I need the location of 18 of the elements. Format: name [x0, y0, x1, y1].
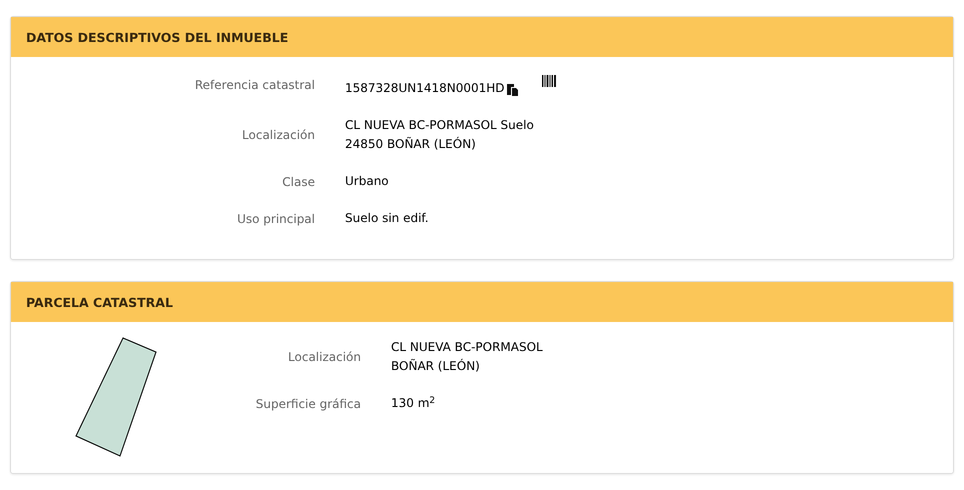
field-value: CL NUEVA BC-PORMASOL Suelo	[345, 117, 534, 134]
field-value: Urbano	[345, 173, 389, 190]
field-value: CL NUEVA BC-PORMASOL	[391, 339, 543, 356]
field-value: 1587328UN1418N0001HD	[345, 80, 505, 97]
field-label: Uso principal	[236, 210, 315, 228]
field-label: Referencia catastral	[194, 77, 315, 94]
copy-icon[interactable]	[506, 83, 519, 96]
field-label: Localización	[287, 349, 361, 366]
field-value: 24850 BOÑAR (LEÓN)	[345, 136, 477, 153]
panel-title: PARCELA CATASTRAL	[26, 295, 173, 310]
panel-title: DATOS DESCRIPTIVOS DEL INMUEBLE	[26, 30, 288, 45]
field-label: Clase	[281, 174, 315, 190]
field-label: Localización	[241, 127, 315, 144]
field-value: BOÑAR (LEÓN)	[391, 358, 481, 375]
field-value: 130 m$^{2}$	[391, 394, 436, 412]
field-label: Superficie gráfica	[254, 396, 361, 412]
field-value: Suelo sin edif.	[345, 210, 429, 227]
barcode-icon[interactable]	[542, 75, 556, 87]
